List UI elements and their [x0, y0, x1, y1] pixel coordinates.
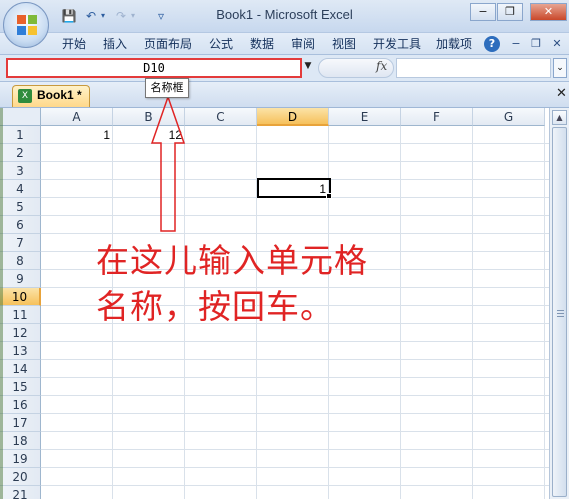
name-box-input[interactable]: D10 [6, 58, 302, 78]
gridline [41, 395, 549, 396]
tab-addins[interactable]: 加载项 [436, 36, 472, 52]
help-icon[interactable]: ? [484, 36, 500, 52]
gridline [41, 215, 549, 216]
select-all-corner[interactable] [0, 108, 41, 126]
column-header-c[interactable]: C [185, 108, 257, 126]
tab-page-layout[interactable]: 页面布局 [144, 36, 192, 52]
workbook-tab[interactable]: X Book1 * [12, 85, 90, 107]
thumb-grip [557, 313, 564, 314]
column-header-d[interactable]: D [257, 108, 329, 126]
gridline [544, 126, 545, 499]
row-header-19[interactable]: 19 [0, 450, 41, 468]
workbook-restore-button[interactable]: ❐ [528, 36, 544, 52]
row-header-8[interactable]: 8 [0, 252, 41, 270]
thumb-grip [557, 310, 564, 311]
close-workbook-icon[interactable]: ✕ [556, 86, 567, 101]
row-header-2[interactable]: 2 [0, 144, 41, 162]
workbook-close-button[interactable]: ✕ [549, 36, 565, 52]
gridline [41, 431, 549, 432]
close-button[interactable]: ✕ [530, 3, 567, 21]
column-header-e[interactable]: E [329, 108, 401, 126]
gridline [41, 413, 549, 414]
window-edge [0, 108, 3, 499]
annotation-line-1: 在这儿输入单元格 [96, 241, 368, 280]
annotation-arrow [150, 95, 186, 232]
undo-dropdown-icon[interactable]: ▾ [98, 7, 108, 25]
row-header-15[interactable]: 15 [0, 378, 41, 396]
formula-input[interactable] [396, 58, 551, 78]
gridline [472, 126, 473, 499]
gridline [41, 485, 549, 486]
column-header-g[interactable]: G [473, 108, 545, 126]
thumb-grip [557, 316, 564, 317]
minimize-button[interactable]: − [470, 3, 496, 21]
row-header-9[interactable]: 9 [0, 270, 41, 288]
tab-formulas[interactable]: 公式 [209, 36, 233, 52]
row-header-17[interactable]: 17 [0, 414, 41, 432]
row-header-1[interactable]: 1 [0, 126, 41, 144]
tab-review[interactable]: 审阅 [291, 36, 315, 52]
scroll-thumb[interactable] [552, 127, 567, 497]
office-button[interactable] [3, 2, 49, 48]
annotation-text: 在这儿输入单元格 名称，按回车。 [96, 238, 368, 330]
fill-handle[interactable] [326, 193, 332, 199]
row-header-14[interactable]: 14 [0, 360, 41, 378]
row-header-10[interactable]: 10 [0, 288, 41, 306]
annotation-line-2: 名称，按回车。 [96, 287, 334, 326]
vertical-scrollbar[interactable]: ▲ [549, 108, 569, 499]
active-cell-d10[interactable] [257, 178, 331, 198]
row-header-13[interactable]: 13 [0, 342, 41, 360]
customize-toolbar-icon[interactable]: ▿ [152, 7, 170, 25]
row-header-16[interactable]: 16 [0, 396, 41, 414]
ribbon-tab-bar: 开始 插入 页面布局 公式 数据 审阅 视图 开发工具 加载项 ? − ❐ ✕ [0, 33, 569, 55]
expand-formula-bar-icon[interactable]: ⌄ [553, 58, 567, 78]
gridline [41, 341, 549, 342]
name-box-tooltip: 名称框 [145, 78, 189, 98]
row-header-18[interactable]: 18 [0, 432, 41, 450]
restore-button[interactable]: ❐ [497, 3, 523, 21]
gridline [41, 467, 549, 468]
column-header-f[interactable]: F [401, 108, 473, 126]
gridline [41, 161, 549, 162]
row-header-21[interactable]: 21 [0, 486, 41, 499]
title-bar: Book1 - Microsoft Excel 💾 ↶ ▾ ↷ ▾ ▿ − ❐ … [0, 0, 569, 33]
gridline [41, 449, 549, 450]
workbook-minimize-button[interactable]: − [508, 36, 524, 52]
row-header-6[interactable]: 6 [0, 216, 41, 234]
cell-a1[interactable]: 1 [41, 126, 113, 144]
tab-insert[interactable]: 插入 [103, 36, 127, 52]
gridline [41, 359, 549, 360]
insert-function-icon[interactable]: fx [376, 59, 387, 73]
row-header-11[interactable]: 11 [0, 306, 41, 324]
gridline [41, 233, 549, 234]
name-box-dropdown-icon[interactable]: ▼ [302, 61, 314, 75]
office-logo-icon [17, 15, 37, 35]
gridline [400, 126, 401, 499]
row-header-20[interactable]: 20 [0, 468, 41, 486]
row-header-5[interactable]: 5 [0, 198, 41, 216]
workbook-tab-bar: X Book1 * ✕ [0, 82, 569, 108]
row-header-4[interactable]: 4 [0, 180, 41, 198]
workbook-tab-label: Book1 * [37, 88, 82, 102]
excel-workbook-icon: X [18, 89, 32, 103]
save-icon[interactable]: 💾 [60, 7, 78, 25]
gridline [41, 377, 549, 378]
formula-bar: D10 ▼ fx ⌄ [0, 55, 569, 82]
scroll-up-icon[interactable]: ▲ [552, 110, 567, 125]
tab-data[interactable]: 数据 [250, 36, 274, 52]
tab-home[interactable]: 开始 [62, 36, 86, 52]
row-header-7[interactable]: 7 [0, 234, 41, 252]
redo-dropdown-icon[interactable]: ▾ [128, 7, 138, 25]
row-header-3[interactable]: 3 [0, 162, 41, 180]
tab-developer[interactable]: 开发工具 [373, 36, 421, 52]
row-header-12[interactable]: 12 [0, 324, 41, 342]
column-header-a[interactable]: A [41, 108, 113, 126]
tab-view[interactable]: 视图 [332, 36, 356, 52]
